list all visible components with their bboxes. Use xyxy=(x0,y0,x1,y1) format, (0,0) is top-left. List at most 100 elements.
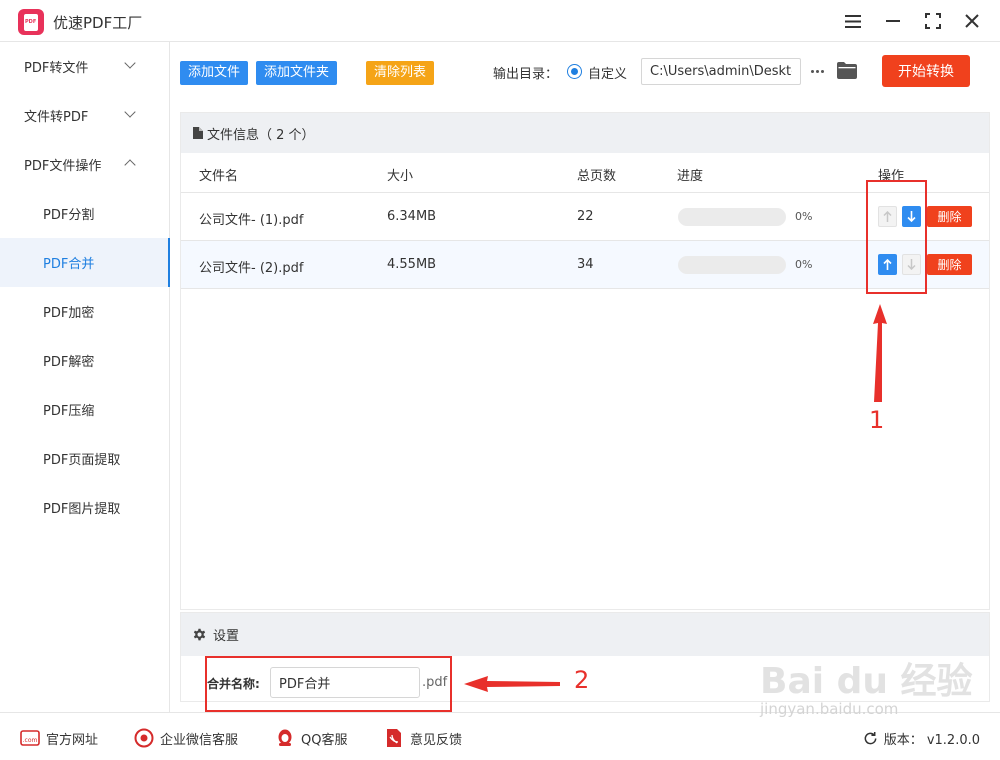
column-header: 总页数 xyxy=(577,169,617,184)
sidebar-item-pdf-encrypt[interactable]: PDF加密 xyxy=(0,287,169,336)
file-size-cell: 6.34MB xyxy=(387,209,437,224)
annotation-number-2: 2 xyxy=(574,666,590,694)
sidebar-item-pdf-decrypt[interactable]: PDF解密 xyxy=(0,336,169,385)
merge-name-extension: .pdf xyxy=(422,675,448,690)
table-header-row: 文件名 大小 总页数 进度 操作 xyxy=(181,153,989,193)
chevron-down-icon xyxy=(124,57,136,69)
annotation-arrow-1 xyxy=(873,304,887,402)
column-header: 文件名 xyxy=(199,169,239,184)
sidebar-item-label: PDF加密 xyxy=(43,306,95,321)
delete-button[interactable]: 删除 xyxy=(927,254,972,275)
sidebar-item-label: PDF分割 xyxy=(43,208,95,223)
wechat-support-icon xyxy=(134,728,154,748)
output-dir-label: 输出目录： xyxy=(493,67,559,82)
footer-wechat-support[interactable]: 企业微信客服 xyxy=(134,728,238,748)
move-up-button[interactable] xyxy=(878,254,897,275)
website-icon: .com xyxy=(20,730,40,746)
maximize-icon[interactable] xyxy=(922,10,944,32)
move-down-button[interactable] xyxy=(902,206,921,227)
progress-bar xyxy=(678,256,786,274)
gear-icon xyxy=(193,628,206,641)
sidebar-group-file-to-pdf[interactable]: 文件转PDF xyxy=(0,91,169,140)
arrow-up-icon xyxy=(883,259,892,270)
progress-percent: 0% xyxy=(795,258,813,271)
sidebar-item-label: PDF图片提取 xyxy=(43,502,121,517)
start-convert-button[interactable]: 开始转换 xyxy=(882,55,970,87)
sidebar: PDF转文件 文件转PDF PDF文件操作 PDF分割 PDF合并 PDF加密 … xyxy=(0,42,170,712)
move-down-button[interactable] xyxy=(902,254,921,275)
sidebar-group-pdf-to-file[interactable]: PDF转文件 xyxy=(0,42,169,91)
footer: .com 官方网址 企业微信客服 QQ客服 意见反馈 版本： v1.2.0.0 xyxy=(0,712,1000,760)
sidebar-item-label: PDF解密 xyxy=(43,355,95,370)
sidebar-item-pdf-compress[interactable]: PDF压缩 xyxy=(0,385,169,434)
footer-feedback[interactable]: 意见反馈 xyxy=(384,728,462,748)
annotation-arrow-2 xyxy=(464,676,560,692)
footer-item-label: 企业微信客服 xyxy=(160,732,239,748)
refresh-icon[interactable] xyxy=(863,731,878,746)
column-header: 进度 xyxy=(677,169,704,184)
chevron-up-icon xyxy=(124,159,136,171)
sidebar-item-pdf-image-extract[interactable]: PDF图片提取 xyxy=(0,483,169,532)
page-count-cell: 22 xyxy=(577,209,594,224)
sidebar-item-label: PDF页面提取 xyxy=(43,453,121,468)
document-icon xyxy=(193,127,203,139)
feedback-icon xyxy=(387,729,401,747)
menu-icon[interactable] xyxy=(842,10,864,32)
add-file-button[interactable]: 添加文件 xyxy=(180,61,249,85)
svg-text:.com: .com xyxy=(23,737,38,744)
toolbar: 添加文件 添加文件夹 清除列表 输出目录： 自定义 开始转换 xyxy=(170,42,1000,102)
settings-title: 设置 xyxy=(213,629,240,644)
add-folder-button[interactable]: 添加文件夹 xyxy=(256,61,338,85)
column-header: 操作 xyxy=(878,169,905,184)
sidebar-item-pdf-split[interactable]: PDF分割 xyxy=(0,189,169,238)
chevron-down-icon xyxy=(124,106,136,118)
progress-bar xyxy=(678,208,786,226)
settings-header: 设置 xyxy=(181,613,989,656)
column-header: 大小 xyxy=(387,169,414,184)
progress-percent: 0% xyxy=(795,210,813,223)
move-up-button[interactable] xyxy=(878,206,897,227)
title-bar: 优速PDF工厂 xyxy=(0,0,1000,42)
sidebar-group-label: PDF文件操作 xyxy=(24,159,102,174)
arrow-down-icon xyxy=(907,259,916,270)
version-info: 版本： v1.2.0.0 xyxy=(863,729,980,748)
footer-item-label: 官方网址 xyxy=(46,732,99,748)
minimize-icon[interactable] xyxy=(882,10,904,32)
file-info-header: 文件信息（ 2 个） xyxy=(181,113,989,153)
arrow-down-icon xyxy=(907,211,916,222)
sidebar-item-label: PDF压缩 xyxy=(43,404,95,419)
merge-name-input[interactable] xyxy=(270,667,420,698)
file-name-cell: 公司文件- (2).pdf xyxy=(199,261,304,276)
annotation-number-1: 1 xyxy=(869,406,885,434)
custom-dir-radio[interactable] xyxy=(567,64,582,79)
footer-official-site[interactable]: .com 官方网址 xyxy=(20,728,98,748)
custom-dir-radio-label: 自定义 xyxy=(588,67,628,82)
table-row[interactable]: 公司文件- (2).pdf 4.55MB 34 0% 删除 xyxy=(181,241,989,289)
more-icon[interactable] xyxy=(808,58,826,85)
folder-icon[interactable] xyxy=(837,62,857,79)
close-icon[interactable] xyxy=(961,10,983,32)
sidebar-group-label: 文件转PDF xyxy=(24,110,89,125)
footer-qq-support[interactable]: QQ客服 xyxy=(275,728,347,748)
sidebar-group-label: PDF转文件 xyxy=(24,61,89,76)
file-name-cell: 公司文件- (1).pdf xyxy=(199,213,304,228)
merge-name-label: 合并名称: xyxy=(207,677,260,691)
file-info-title: 文件信息（ 2 个） xyxy=(207,127,315,143)
table-row[interactable]: 公司文件- (1).pdf 6.34MB 22 0% 删除 xyxy=(181,193,989,241)
page-count-cell: 34 xyxy=(577,257,594,272)
sidebar-item-pdf-merge[interactable]: PDF合并 xyxy=(0,238,170,287)
sidebar-item-pdf-page-extract[interactable]: PDF页面提取 xyxy=(0,434,169,483)
footer-item-label: QQ客服 xyxy=(301,732,348,748)
arrow-up-icon xyxy=(883,211,892,222)
app-title: 优速PDF工厂 xyxy=(53,14,143,32)
delete-button[interactable]: 删除 xyxy=(927,206,972,227)
clear-list-button[interactable]: 清除列表 xyxy=(366,61,435,85)
version-text: 版本： v1.2.0.0 xyxy=(883,733,980,748)
app-logo-icon xyxy=(18,9,44,35)
file-size-cell: 4.55MB xyxy=(387,257,437,272)
footer-item-label: 意见反馈 xyxy=(410,732,463,748)
sidebar-item-label: PDF合并 xyxy=(43,257,95,272)
qq-icon xyxy=(278,729,292,746)
output-path-input[interactable] xyxy=(641,58,801,85)
sidebar-group-pdf-operations[interactable]: PDF文件操作 xyxy=(0,140,169,189)
